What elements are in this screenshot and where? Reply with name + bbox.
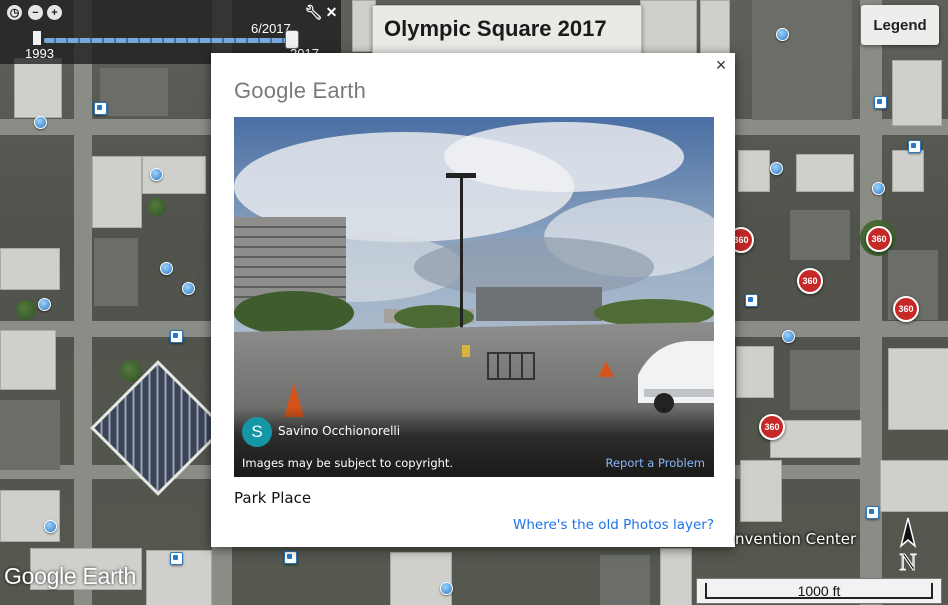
street-label: nvention Center	[735, 530, 857, 548]
place-name: Park Place	[234, 489, 312, 507]
transit-icon[interactable]	[874, 96, 887, 109]
building	[752, 0, 852, 120]
building	[0, 400, 60, 470]
building	[892, 150, 924, 192]
building	[0, 248, 60, 290]
photo-marker[interactable]	[160, 262, 173, 275]
clock-icon[interactable]: ◷	[7, 5, 22, 20]
building	[0, 490, 60, 542]
legend-button[interactable]: Legend	[861, 5, 939, 45]
photo-marker[interactable]	[872, 182, 885, 195]
building	[738, 150, 770, 192]
building	[740, 460, 782, 522]
close-icon[interactable]: ✕	[324, 4, 339, 20]
building	[92, 156, 142, 228]
transit-icon[interactable]	[284, 551, 297, 564]
photo-marker[interactable]	[38, 298, 51, 311]
building	[880, 460, 948, 512]
photo-marker[interactable]	[776, 28, 789, 41]
parking-lot	[94, 238, 138, 306]
author-name[interactable]: Savino Occhionorelli	[278, 424, 400, 438]
wrench-icon[interactable]: 🔧︎	[305, 4, 323, 20]
transit-icon[interactable]	[170, 552, 183, 565]
building	[14, 58, 62, 118]
photo-marker[interactable]	[440, 582, 453, 595]
photo-360-marker[interactable]: 360	[759, 414, 785, 440]
start-year: 1993	[25, 46, 54, 61]
photo-360-marker[interactable]: 360	[893, 296, 919, 322]
avatar[interactable]: S	[242, 417, 272, 447]
transit-icon[interactable]	[745, 294, 758, 307]
building	[0, 330, 56, 390]
google-earth-watermark: Google Earth	[4, 563, 136, 589]
step-back-button[interactable]	[33, 31, 41, 45]
building	[600, 555, 650, 605]
place-photo[interactable]: S Savino Occhionorelli Images may be sub…	[234, 117, 714, 477]
building	[790, 210, 850, 260]
building	[390, 552, 452, 605]
close-icon[interactable]: ×	[713, 56, 729, 74]
photo-marker[interactable]	[44, 520, 57, 533]
zoom-in-icon[interactable]: +	[47, 5, 62, 20]
building	[888, 348, 948, 430]
tree	[148, 198, 166, 216]
transit-icon[interactable]	[94, 102, 107, 115]
copyright-notice: Images may be subject to copyright.	[242, 456, 454, 470]
tour-title: Olympic Square 2017	[384, 16, 607, 41]
google-earth-logo: Google Earth	[234, 78, 367, 103]
photo-marker[interactable]	[770, 162, 783, 175]
building	[796, 154, 854, 192]
photo-marker[interactable]	[150, 168, 163, 181]
photo-marker[interactable]	[34, 116, 47, 129]
zoom-out-icon[interactable]: −	[28, 5, 43, 20]
photo-marker[interactable]	[182, 282, 195, 295]
photo-360-marker[interactable]: 360	[866, 226, 892, 252]
photo-360-marker[interactable]: 360	[797, 268, 823, 294]
transit-icon[interactable]	[866, 506, 879, 519]
old-photos-layer-link[interactable]: Where's the old Photos layer?	[513, 517, 714, 533]
photo-marker[interactable]	[782, 330, 795, 343]
building	[640, 0, 697, 54]
time-track[interactable]	[44, 38, 294, 43]
scale-label: 1000 ft	[797, 583, 841, 599]
current-date: 6/2017	[251, 21, 291, 36]
compass-letter: N	[899, 550, 916, 576]
report-problem-link[interactable]: Report a Problem	[606, 456, 706, 470]
building	[736, 346, 774, 398]
compass-north-icon[interactable]: N	[888, 516, 928, 580]
building	[790, 350, 860, 410]
scale-bar: 1000 ft	[696, 578, 942, 604]
building	[892, 60, 942, 126]
parking-lot	[100, 68, 168, 116]
building	[660, 548, 692, 605]
transit-icon[interactable]	[170, 330, 183, 343]
solar-roof-building	[90, 360, 226, 496]
photo-popup: × Google Earth S Savino Occhionorelli Im…	[211, 53, 735, 547]
tree	[16, 300, 36, 320]
transit-icon[interactable]	[908, 140, 921, 153]
